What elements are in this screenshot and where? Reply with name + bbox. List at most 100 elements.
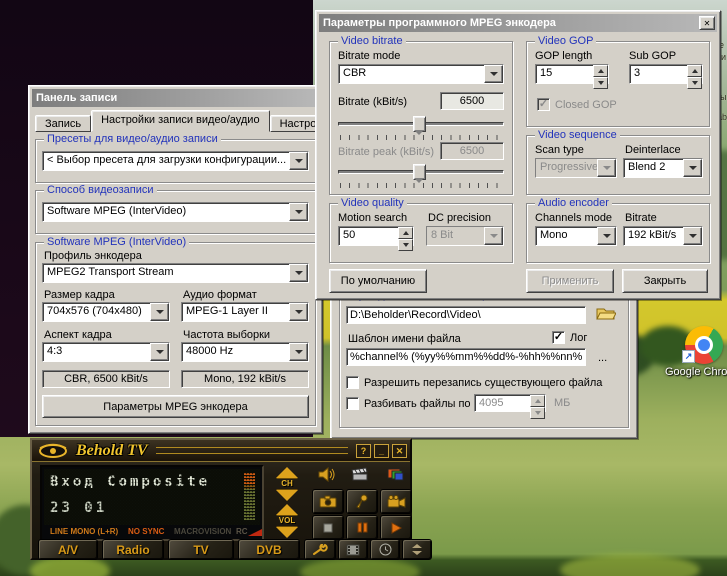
audio-encoder-group: Audio encoder Channels mode Bitrate Mono… (526, 203, 710, 263)
bitrate-label: Bitrate (kBit/s) (338, 96, 407, 108)
play-button[interactable] (380, 515, 412, 540)
record-panel-titlebar[interactable]: Панель записи (32, 89, 319, 107)
chevron-down-icon[interactable] (484, 65, 503, 83)
playlist-button[interactable] (338, 539, 368, 560)
spinner-buttons[interactable] (593, 65, 608, 83)
spinner-buttons[interactable] (530, 395, 545, 411)
split-checkbox[interactable] (346, 397, 359, 410)
chevron-down-icon[interactable] (289, 303, 308, 321)
minimode-button[interactable] (402, 539, 432, 560)
volume-down-button[interactable] (276, 527, 298, 538)
stop-button[interactable] (312, 515, 344, 540)
preset-select[interactable]: < Выбор пресета для загрузки конфигураци… (42, 151, 309, 171)
channel-up-button[interactable] (276, 467, 298, 478)
bitrate-slider-thumb[interactable] (413, 116, 426, 132)
dialog-titlebar[interactable]: Параметры программного MPEG энкодера (319, 14, 717, 32)
bitrate-mode-select[interactable]: CBR (338, 64, 504, 84)
settings-button[interactable] (304, 539, 336, 560)
bitrate-slider-ticks (340, 135, 504, 140)
overwrite-checkbox-row[interactable]: Разрешить перезапись существующего файла (346, 376, 602, 389)
tab-record[interactable]: Запись (35, 115, 91, 132)
behold-title: Behold TV (76, 442, 148, 460)
chevron-down-icon[interactable] (289, 264, 308, 282)
channels-mode-select[interactable]: Mono (535, 226, 617, 246)
mode-dvb-button[interactable]: DVB (238, 539, 300, 560)
audio-bitrate-select[interactable]: 192 kBit/s (623, 226, 703, 246)
close-button[interactable]: Закрыть (622, 269, 708, 293)
spinner-buttons[interactable] (687, 65, 702, 83)
audio-mode-status: LINE MONO (L+R) (50, 527, 118, 536)
presets-group: Пресеты для видео/аудио записи < Выбор п… (35, 139, 316, 183)
software-mpeg-legend: Software MPEG (InterVideo) (44, 236, 189, 248)
video-sequence-legend: Video sequence (535, 129, 620, 141)
overwrite-checkbox[interactable] (346, 376, 359, 389)
mode-tv-button[interactable]: TV (168, 539, 234, 560)
folder-icon (596, 305, 616, 321)
chevron-down-icon[interactable] (597, 227, 616, 245)
chevron-down-icon[interactable] (683, 227, 702, 245)
filename-template-input[interactable] (346, 348, 586, 366)
audio-format-select[interactable]: MPEG-1 Layer II (181, 302, 309, 322)
motion-search-spinner[interactable]: 50 (338, 226, 414, 246)
sub-gop-spinner[interactable]: 3 (629, 64, 703, 84)
motion-search-value: 50 (339, 227, 398, 245)
log-checkbox[interactable] (552, 331, 565, 344)
led-display-panel: Вход Composite 23 01 LINE MONO (L+R) NO … (40, 465, 264, 541)
channels-mode-value: Mono (536, 227, 597, 245)
gop-length-spinner[interactable]: 15 (535, 64, 609, 84)
signal-strength-icon (248, 529, 262, 536)
aspect-select[interactable]: 4:3 (42, 342, 170, 362)
timer-button[interactable] (370, 539, 400, 560)
audio-record-button[interactable] (346, 489, 378, 514)
google-chrome-shortcut[interactable]: ↗ Google Chro (660, 326, 727, 380)
tab-video-audio-settings[interactable]: Настройки записи видео/аудио (91, 110, 269, 132)
help-icon[interactable]: ? (356, 444, 371, 458)
scheduler-button[interactable] (350, 466, 368, 482)
split-checkbox-row[interactable]: Разбивать файлы по (346, 397, 471, 410)
mpeg-encoder-params-button[interactable]: Параметры MPEG энкодера (42, 395, 309, 418)
channel-down-button[interactable] (276, 490, 298, 501)
pause-button[interactable] (346, 515, 378, 540)
chevron-down-icon (597, 159, 616, 177)
behold-titlebar[interactable]: Behold TV ? _ ✕ (32, 440, 410, 462)
mute-button[interactable] (318, 467, 336, 482)
mode-av-button[interactable]: A/V (38, 539, 98, 560)
encoder-profile-select[interactable]: MPEG2 Transport Stream (42, 263, 309, 283)
pause-icon (357, 522, 368, 533)
minimize-icon[interactable]: _ (374, 444, 389, 458)
log-label: Лог (570, 332, 587, 344)
rc-status: RC (236, 527, 248, 536)
audio-format-value: MPEG-1 Layer II (182, 303, 289, 321)
log-checkbox-row[interactable]: Лог (552, 331, 587, 344)
frame-size-select[interactable]: 704x576 (704x480) (42, 302, 170, 322)
led-screen: Вход Composite 23 01 (44, 469, 260, 525)
bitrate-peak-label: Bitrate peak (kBit/s) (338, 146, 434, 158)
chevron-down-icon[interactable] (289, 152, 308, 170)
template-more-button[interactable]: ... (598, 352, 607, 364)
spinner-buttons[interactable] (398, 227, 413, 245)
audio-format-label: Аудио формат (183, 289, 257, 301)
close-icon[interactable]: ✕ (699, 16, 715, 30)
sample-rate-select[interactable]: 48000 Hz (181, 342, 309, 362)
deinterlace-select[interactable]: Blend 2 (623, 158, 703, 178)
chevron-down-icon[interactable] (289, 343, 308, 361)
apply-button[interactable]: Применить (526, 269, 614, 293)
chevron-down-icon[interactable] (150, 343, 169, 361)
video-record-button[interactable] (380, 489, 412, 514)
mode-radio-button[interactable]: Radio (102, 539, 164, 560)
gop-length-value: 15 (536, 65, 593, 83)
defaults-button[interactable]: По умолчанию (329, 269, 427, 293)
titlebar-deco-lines (156, 447, 348, 454)
chevron-down-icon[interactable] (150, 303, 169, 321)
snapshot-button[interactable] (312, 489, 344, 514)
video-mode-button[interactable] (386, 467, 404, 482)
record-path-input[interactable] (346, 306, 586, 324)
audio-encoder-legend: Audio encoder (535, 197, 612, 209)
volume-up-button[interactable] (276, 504, 298, 515)
close-icon[interactable]: ✕ (392, 444, 407, 458)
chevron-down-icon[interactable] (683, 159, 702, 177)
split-size-spinner[interactable]: 4095 (474, 394, 546, 412)
record-method-select[interactable]: Software MPEG (InterVideo) (42, 202, 309, 222)
browse-folder-button[interactable] (596, 305, 618, 323)
chevron-down-icon[interactable] (289, 203, 308, 221)
